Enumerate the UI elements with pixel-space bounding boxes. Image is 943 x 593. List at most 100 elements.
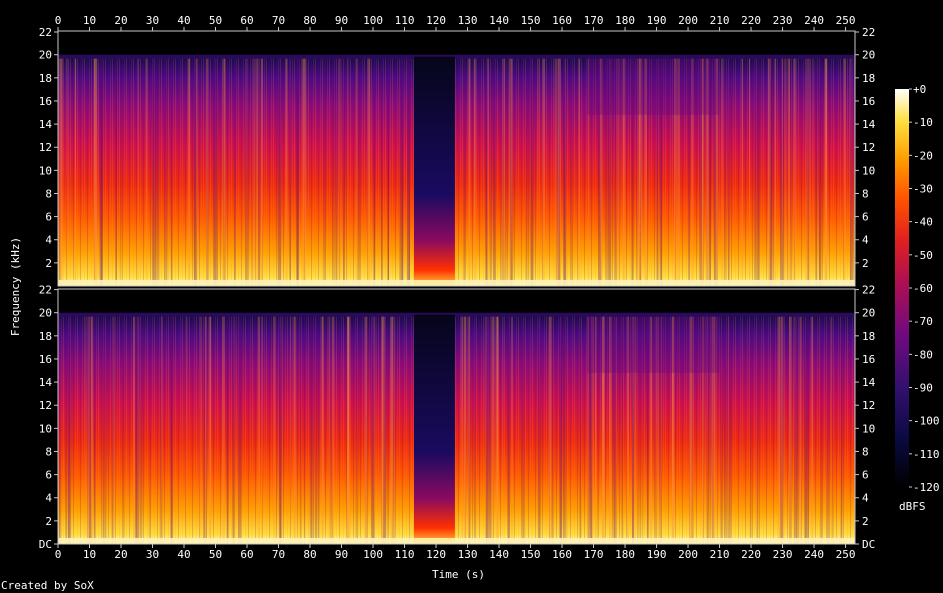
y-tick-label: 10 bbox=[39, 422, 52, 435]
x-tick-label-bottom: 240 bbox=[804, 548, 824, 561]
transient-streak bbox=[105, 316, 107, 544]
transient-streak bbox=[74, 58, 77, 286]
x-tick-label-top: 110 bbox=[395, 14, 415, 27]
x-tick-label-top: 190 bbox=[647, 14, 667, 27]
transient-streak bbox=[357, 58, 360, 286]
transient-streak bbox=[347, 316, 350, 544]
transient-streak bbox=[840, 316, 843, 544]
y-tick-label: 22 bbox=[862, 284, 875, 297]
transient-streak bbox=[258, 316, 260, 544]
transient-streak bbox=[65, 316, 67, 544]
transient-streak bbox=[185, 316, 187, 544]
x-tick-label-bottom: 130 bbox=[458, 548, 478, 561]
hf-dim-region bbox=[587, 316, 720, 373]
transient-streak bbox=[542, 58, 545, 286]
transient-streak bbox=[554, 58, 558, 286]
transient-streak bbox=[502, 316, 504, 544]
y-tick-label: 2 bbox=[45, 257, 52, 270]
x-tick-label-top: 150 bbox=[521, 14, 541, 27]
transient-streak bbox=[511, 316, 513, 544]
transient-streak bbox=[355, 316, 359, 544]
transient-streak bbox=[578, 58, 580, 286]
x-tick-label-bottom: 40 bbox=[177, 548, 190, 561]
transient-streak bbox=[170, 58, 173, 286]
transient-streak bbox=[491, 316, 495, 544]
x-tick-label-bottom: 30 bbox=[146, 548, 159, 561]
y-tick-label: 2 bbox=[45, 515, 52, 528]
transient-streak bbox=[387, 58, 389, 286]
transient-streak bbox=[65, 58, 69, 286]
transient-streak bbox=[781, 58, 783, 286]
spectrogram-figure: 0 0 10 10 20 20 30 30 40 40 50 50 60 60 70 70 80 80 90 90 10… bbox=[39, 14, 940, 561]
transient-streak bbox=[392, 316, 395, 544]
transient-streak bbox=[327, 316, 331, 544]
y-tick-label: 6 bbox=[862, 211, 869, 224]
x-tick-label-bottom: 80 bbox=[303, 548, 316, 561]
y-tick-label: 20 bbox=[862, 307, 875, 320]
y-tick-label: 20 bbox=[862, 49, 875, 62]
transient-streak bbox=[579, 316, 582, 544]
texture-overlay bbox=[58, 58, 855, 286]
transient-streak bbox=[94, 58, 98, 286]
transient-streak bbox=[260, 58, 263, 286]
transient-streak bbox=[381, 316, 384, 544]
colorbar-tick-label: -100 bbox=[913, 415, 940, 428]
x-tick-label-bottom: 20 bbox=[114, 548, 127, 561]
y-tick-label: 12 bbox=[862, 141, 875, 154]
transient-streak bbox=[318, 316, 320, 544]
transient-streak bbox=[356, 58, 358, 286]
transient-streak bbox=[315, 316, 318, 544]
transient-streak bbox=[331, 316, 335, 544]
transient-streak bbox=[468, 58, 471, 286]
x-tick-label-top: 0 bbox=[55, 14, 62, 27]
transient-streak bbox=[805, 58, 808, 286]
colorbar-tick-label: -20 bbox=[913, 149, 933, 162]
transient-streak bbox=[794, 316, 798, 544]
x-tick-label-bottom: 100 bbox=[363, 548, 383, 561]
transient-streak bbox=[279, 316, 282, 544]
y-axis-title: Frequency (kHz) bbox=[9, 236, 23, 337]
transient-streak bbox=[463, 58, 465, 286]
transient-streak bbox=[750, 316, 752, 544]
x-tick-label-bottom: 50 bbox=[209, 548, 222, 561]
transient-streak bbox=[495, 316, 498, 544]
transient-streak bbox=[346, 58, 348, 286]
y-tick-label: 6 bbox=[45, 211, 52, 224]
transient-streak bbox=[245, 58, 248, 286]
transient-streak bbox=[195, 58, 199, 286]
colorbar-tick-label: -90 bbox=[913, 382, 933, 395]
y-tick-label: 4 bbox=[45, 234, 52, 247]
transient-streak bbox=[816, 58, 818, 286]
y-tick-label: 12 bbox=[39, 399, 52, 412]
x-tick-label-top: 80 bbox=[303, 14, 316, 27]
transient-streak bbox=[234, 58, 236, 286]
x-tick-label-top: 10 bbox=[83, 14, 96, 27]
y-tick-label: 22 bbox=[39, 284, 52, 297]
x-tick-label-top: 210 bbox=[710, 14, 730, 27]
spectrogram-panel-bottom bbox=[57, 288, 856, 545]
texture-overlay bbox=[58, 316, 855, 544]
transient-streak bbox=[811, 316, 814, 544]
x-tick-label-top: 30 bbox=[146, 14, 159, 27]
transient-streak bbox=[371, 316, 374, 544]
transient-streak bbox=[473, 58, 476, 286]
transient-streak bbox=[273, 316, 276, 544]
transient-streak bbox=[338, 58, 341, 286]
transient-streak bbox=[793, 58, 797, 286]
x-tick-label-top: 240 bbox=[804, 14, 824, 27]
y-tick-label: 18 bbox=[862, 72, 875, 85]
transient-streak bbox=[343, 58, 345, 286]
transient-streak bbox=[302, 58, 306, 286]
transient-streak bbox=[226, 316, 229, 544]
y-tick-label: 8 bbox=[45, 188, 52, 201]
transient-streak bbox=[820, 316, 822, 544]
transient-streak bbox=[741, 58, 744, 286]
transient-streak bbox=[799, 316, 802, 544]
transient-streak bbox=[467, 316, 471, 544]
transient-streak bbox=[463, 316, 467, 544]
transient-streak bbox=[401, 58, 404, 286]
transient-streak bbox=[261, 316, 263, 544]
quiet-section bbox=[413, 56, 455, 286]
colorbar-tick-label: -80 bbox=[913, 348, 933, 361]
x-tick-label-top: 230 bbox=[773, 14, 793, 27]
